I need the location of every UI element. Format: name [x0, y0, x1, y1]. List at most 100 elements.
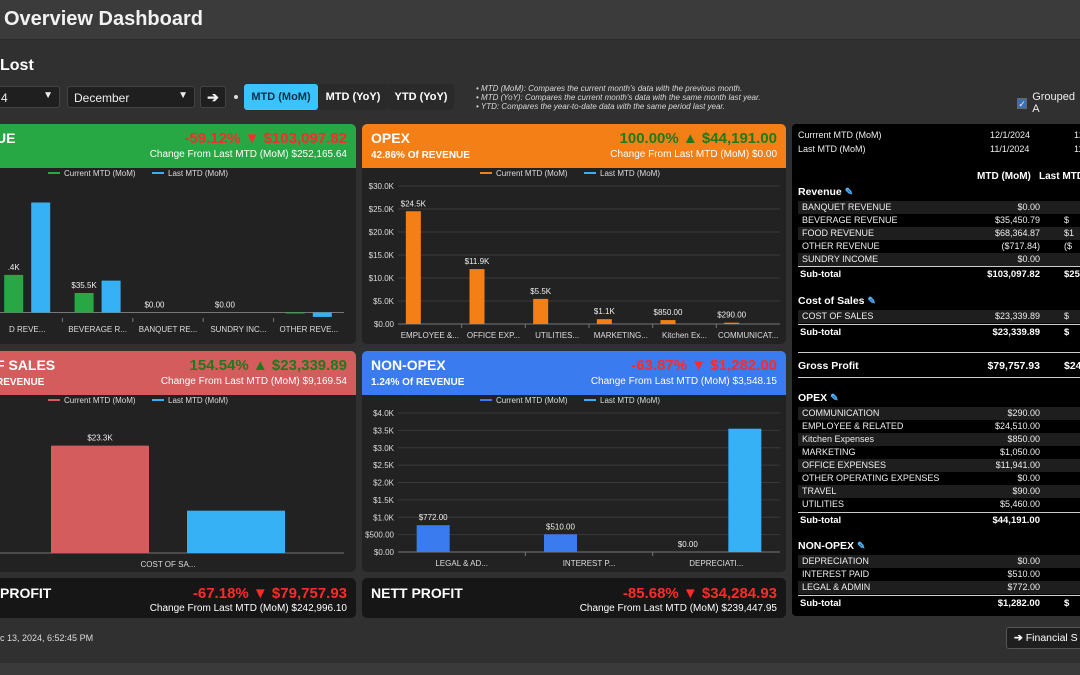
- row-label: BEVERAGE REVENUE: [802, 215, 898, 225]
- row-value: $90.00: [1012, 486, 1040, 496]
- table-row: OTHER REVENUE ($717.84) ($: [798, 240, 1080, 253]
- cost-of-sales-card-header: F SALES REVENUE 154.54% ▲ $23,339.89 Cha…: [0, 351, 356, 395]
- page-title: Overview Dashboard: [4, 8, 203, 30]
- table-row: FOOD REVENUE $68,364.87 $1: [798, 227, 1080, 240]
- checkbox-checked-icon[interactable]: ✓: [1017, 97, 1028, 109]
- nett-profit-change-amount: Change From Last MTD (MoM) $239,447.95: [579, 603, 777, 614]
- revenue-change-amount: Change From Last MTD (MoM) $252,165.64: [149, 149, 347, 160]
- non-opex-subtotal: $1,282.00: [997, 598, 1040, 609]
- row-value-last: ($: [1064, 241, 1073, 251]
- y-tick-label: $10.0K: [369, 274, 395, 283]
- row-value: $0.00: [1017, 473, 1040, 483]
- data-label: $1.1K: [594, 307, 616, 316]
- note-ytd: • YTD: Compares the year-to-date data wi…: [476, 102, 726, 111]
- y-tick-label: $0.00: [374, 548, 395, 557]
- table-row: UTILITIES $5,460.00: [798, 498, 1080, 511]
- cost-of-sales-subtotal-row: Sub-total $23,339.89 $: [798, 324, 1080, 338]
- y-tick-label: $0.00: [374, 320, 395, 329]
- month-select[interactable]: December ▼: [67, 86, 195, 108]
- mode-mtd-yoy-button[interactable]: MTD (YoY): [318, 84, 388, 110]
- legend-swatch-current: [480, 172, 492, 174]
- non-opex-subtotal-row: Sub-total $1,282.00 $: [798, 595, 1080, 609]
- bar-current: [51, 445, 149, 553]
- year-select[interactable]: 4 ▼: [0, 86, 60, 108]
- chevron-down-icon: ▼: [178, 90, 188, 101]
- revenue-chart: Current MTD (MoM) Last MTD (MoM) D REVE...…: [0, 169, 344, 334]
- y-tick-label: $4.0K: [373, 409, 395, 418]
- bar-last: [312, 312, 332, 317]
- row-value: $5,460.00: [999, 499, 1040, 509]
- nett-profit-title: NETT PROFIT: [371, 585, 463, 601]
- table-row: Kitchen Expenses $850.00: [798, 433, 1080, 446]
- cost-of-sales-change-percent: 154.54% ▲ $23,339.89: [189, 357, 347, 374]
- row-label: LEGAL & ADMIN: [802, 582, 871, 592]
- legend-current: Current MTD (MoM): [496, 169, 568, 178]
- current-period-label: Currrent MTD (MoM): [798, 130, 882, 140]
- go-button[interactable]: ➔: [200, 86, 226, 108]
- edit-icon[interactable]: ✎: [868, 296, 876, 307]
- x-tick-label: SUNDRY INC...: [210, 325, 266, 334]
- non-opex-change-amount: Change From Last MTD (MoM) $3,548.15: [590, 376, 777, 387]
- non-opex-chart: Current MTD (MoM) Last MTD (MoM) $0.00 $500…: [365, 396, 780, 568]
- row-value: ($717.84): [1001, 241, 1040, 251]
- edit-icon[interactable]: ✎: [845, 187, 853, 198]
- bar-last: [101, 280, 121, 313]
- table-row: DEPRECIATION $0.00: [798, 555, 1080, 568]
- legend-current: Current MTD (MoM): [64, 169, 136, 178]
- revenue-card-header: UE -59.12% ▼ $103,097.82 Change From Las…: [0, 124, 356, 168]
- data-label: $23.3K: [87, 434, 113, 443]
- data-label: $0.00: [215, 301, 236, 310]
- opex-change-amount: Change From Last MTD (MoM) $0.00: [610, 149, 777, 160]
- row-value: $0.00: [1017, 202, 1040, 212]
- opex-chart: Current MTD (MoM) Last MTD (MoM) $0.00 $5.0…: [369, 169, 780, 340]
- row-value: $0.00: [1017, 556, 1040, 566]
- mode-mtd-mom-button[interactable]: MTD (MoM): [244, 84, 318, 110]
- revenue-section-title: Revenue ✎: [798, 186, 854, 198]
- x-tick-label: EMPLOYEE &...: [401, 331, 459, 340]
- y-tick-label: $25.0K: [369, 205, 395, 214]
- note-mtd-mom: • MTD (MoM): Compares the current month'…: [476, 84, 743, 93]
- x-tick-label: COMMUNICAT...: [718, 331, 778, 340]
- arrow-right-icon: ➔: [1014, 632, 1023, 644]
- table-row: BEVERAGE REVENUE $35,450.79 $: [798, 214, 1080, 227]
- gross-profit-row: Gross Profit $79,757.93 $24: [798, 352, 1080, 378]
- row-label: BANQUET REVENUE: [802, 202, 892, 212]
- row-value: $0.00: [1017, 254, 1040, 264]
- gross-profit-value-last: $24: [1064, 360, 1080, 372]
- row-value: $11,941.00: [995, 460, 1040, 470]
- row-value-last: $: [1064, 215, 1070, 225]
- row-value: $510.00: [1007, 569, 1040, 579]
- x-tick-label: Kitchen Ex...: [662, 331, 707, 340]
- bar-current: [74, 293, 94, 313]
- mode-ytd-yoy-button[interactable]: YTD (YoY): [388, 84, 454, 110]
- financial-statement-button[interactable]: ➔ Financial S: [1006, 627, 1080, 649]
- y-tick-label: $15.0K: [369, 251, 395, 260]
- edit-icon[interactable]: ✎: [830, 393, 838, 404]
- legend-swatch-last: [152, 399, 164, 401]
- edit-icon[interactable]: ✎: [857, 541, 865, 552]
- section-title: Lost: [0, 57, 34, 74]
- bottom-scroll-bar[interactable]: [0, 663, 1080, 675]
- data-label: $5.5K: [530, 287, 552, 296]
- opex-section-title: OPEX ✎: [798, 392, 839, 404]
- x-tick-label: OFFICE EXP...: [467, 331, 520, 340]
- table-row: OFFICE EXPENSES $11,941.00: [798, 459, 1080, 472]
- data-label: $850.00: [654, 308, 683, 317]
- row-label: OFFICE EXPENSES: [802, 460, 887, 470]
- table-row: TRAVEL $90.00: [798, 485, 1080, 498]
- gross-profit-card: PROFIT -67.18% ▼ $79,757.93 Change From …: [0, 578, 356, 618]
- legend-swatch-last: [152, 172, 164, 174]
- non-opex-section-title: NON-OPEX ✎: [798, 540, 866, 552]
- year-value: 4: [1, 91, 8, 105]
- gross-profit-change-amount: Change From Last MTD (MoM) $242,996.10: [149, 603, 347, 614]
- last-updated-timestamp: c 13, 2024, 6:52:45 PM: [0, 633, 94, 643]
- revenue-card: UE -59.12% ▼ $103,097.82 Change From Las…: [0, 124, 356, 344]
- legend-last: Last MTD (MoM): [600, 169, 660, 178]
- data-label: $510.00: [546, 522, 575, 531]
- x-tick-label: COST OF SA...: [141, 560, 196, 569]
- dot-separator: [234, 95, 238, 99]
- row-label: SUNDRY INCOME: [802, 254, 879, 264]
- grouped-toggle[interactable]: ✓ Grouped A: [1017, 91, 1080, 115]
- opex-subtotal-row: Sub-total $44,191.00: [798, 512, 1080, 526]
- row-label: FOOD REVENUE: [802, 228, 875, 238]
